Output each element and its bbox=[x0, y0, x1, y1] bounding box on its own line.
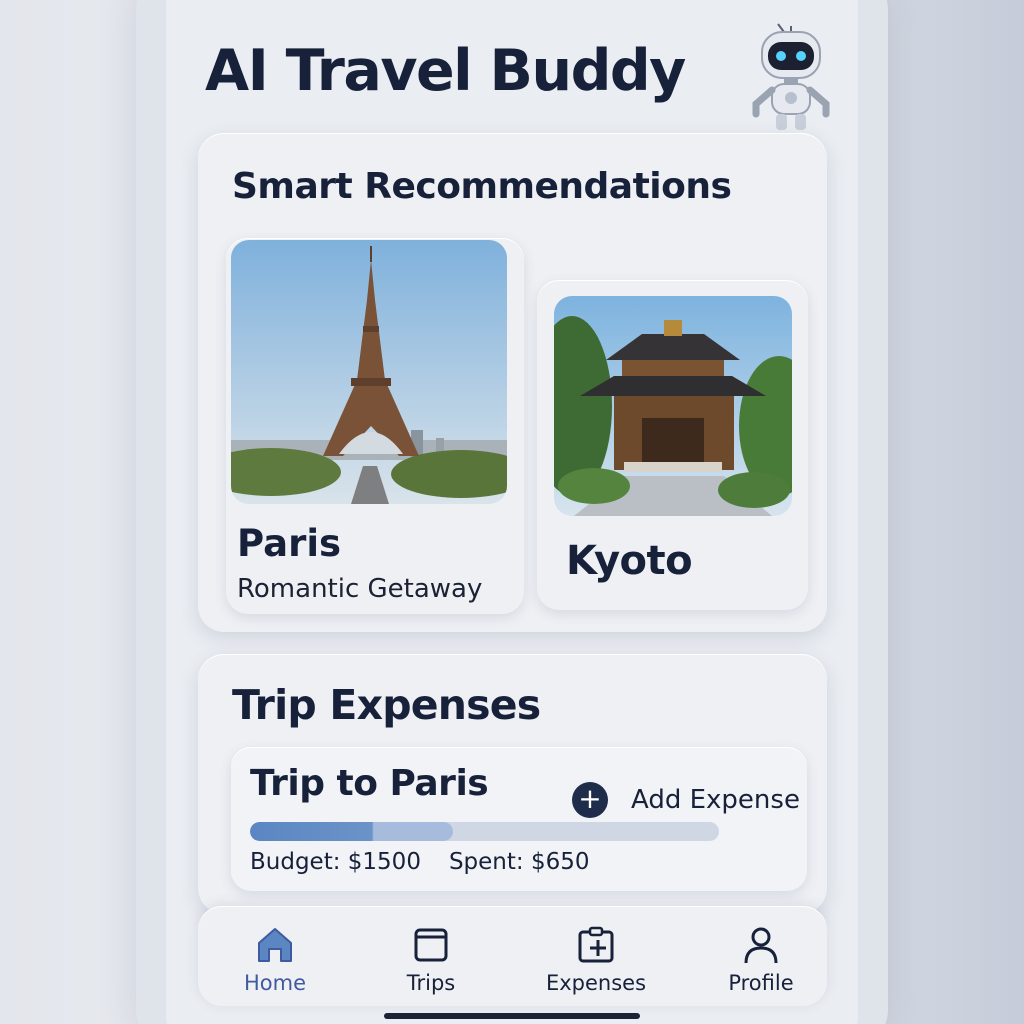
nav-label: Expenses bbox=[545, 971, 647, 995]
nav-item-trips[interactable]: Trips bbox=[371, 925, 491, 995]
home-icon bbox=[258, 928, 292, 962]
eiffel-tower-photo bbox=[231, 240, 507, 504]
nav-label: Home bbox=[243, 971, 306, 995]
kyoto-temple-photo bbox=[554, 296, 792, 516]
nav-item-profile[interactable]: Profile bbox=[701, 925, 821, 995]
add-expense-button[interactable]: + Add Expense bbox=[572, 780, 800, 820]
budget-progress-fill bbox=[250, 822, 454, 841]
robot-icon bbox=[752, 23, 830, 130]
budget-progress-bar bbox=[250, 822, 719, 841]
budget-amount: Budget: $1500 bbox=[250, 849, 421, 875]
destination-subtitle: Romantic Getaway bbox=[237, 574, 483, 604]
budget-summary: Budget: $1500 Spent: $650 bbox=[250, 849, 590, 875]
add-expense-label: Add Expense bbox=[631, 785, 800, 815]
nav-item-home[interactable]: Home bbox=[215, 925, 335, 995]
user-icon bbox=[744, 927, 778, 964]
calendar-icon bbox=[414, 928, 448, 962]
trip-name: Trip to Paris bbox=[250, 763, 489, 804]
nav-label: Profile bbox=[728, 971, 794, 995]
expense-clipboard-icon bbox=[578, 926, 614, 963]
nav-item-expenses[interactable]: Expenses bbox=[536, 925, 656, 995]
spent-amount: Spent: $650 bbox=[448, 849, 590, 875]
home-indicator bbox=[384, 1013, 640, 1019]
app-title: AI Travel Buddy bbox=[205, 38, 686, 104]
plus-icon: + bbox=[572, 782, 608, 818]
expenses-title: Trip Expenses bbox=[232, 681, 541, 729]
recommendations-title: Smart Recommendations bbox=[232, 166, 732, 207]
destination-name: Kyoto bbox=[566, 538, 693, 584]
nav-label: Trips bbox=[406, 971, 456, 995]
destination-name: Paris bbox=[237, 522, 342, 565]
